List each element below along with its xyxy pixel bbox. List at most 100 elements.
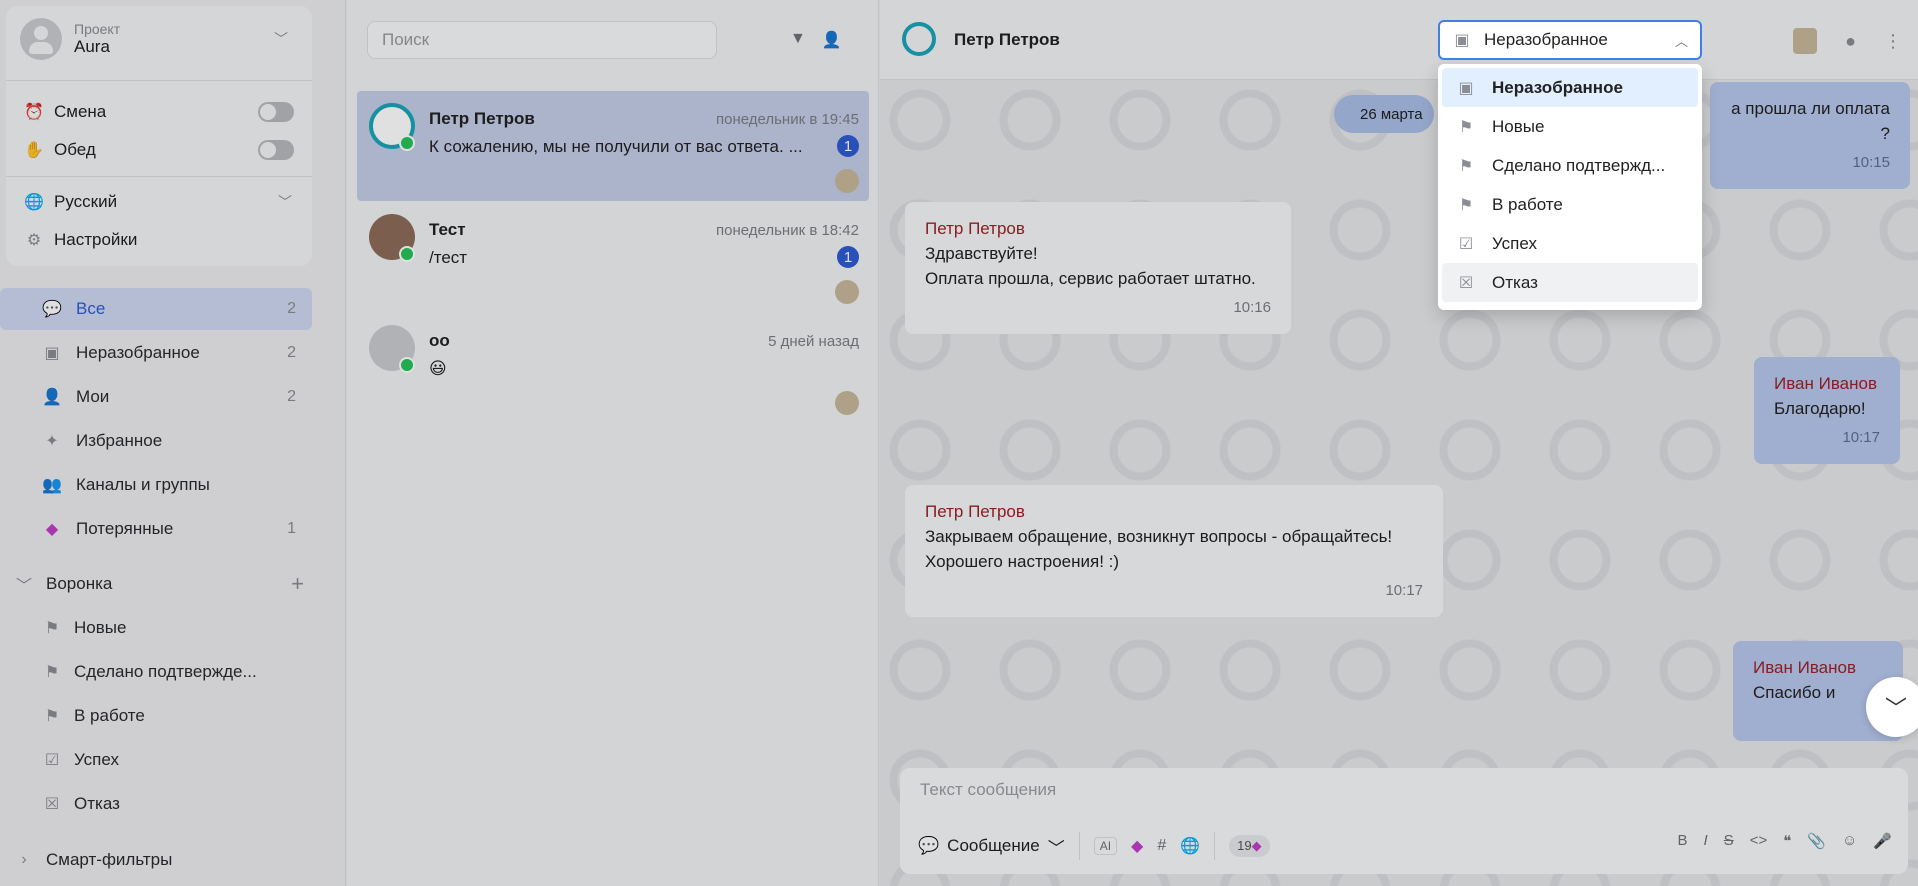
assignee-avatar[interactable] [1793, 28, 1818, 54]
funnel-header[interactable]: ﹀ Воронка + [14, 571, 304, 597]
message-time: 10:17 [1385, 582, 1423, 599]
funnel-item-success[interactable]: ☑ Успех [42, 750, 119, 770]
status-option[interactable]: ⚑ В работе [1442, 185, 1698, 224]
message-author: Петр Петров [925, 219, 1025, 238]
divider [1214, 832, 1216, 860]
nav-item-unsorted[interactable]: ▣ Неразобранное 2 [0, 332, 312, 374]
status-option[interactable]: ▣ Неразобранное [1442, 68, 1698, 107]
project-avatar [20, 18, 62, 60]
divider [1078, 832, 1080, 860]
conversation-item[interactable]: Петр Петров понедельник в 19:45 К сожале… [357, 91, 869, 201]
funnel-label: В работе [74, 706, 145, 725]
credits-value: 19 [1237, 838, 1252, 853]
nav-item-all[interactable]: 💬 Все 2 [0, 288, 312, 330]
message-type-select[interactable]: 💬 Сообщение ﹀ [918, 834, 1065, 859]
message-bubble: Иван Иванов Благодарю! 10:17 [1754, 357, 1900, 464]
whatsapp-icon [399, 246, 415, 262]
message-text: Здравствуйте! [925, 244, 1038, 263]
conversation-preview: К сожалению, мы не получили от вас ответ… [429, 137, 803, 156]
nav-item-mine[interactable]: 👤 Мои 2 [0, 376, 312, 418]
globe-icon[interactable]: 🌐 [1180, 836, 1200, 856]
nav-item-favorites[interactable]: ✦ Избранное [0, 420, 312, 462]
attach-icon[interactable]: 📎 [1807, 832, 1826, 850]
project-switcher[interactable]: Проект Aura ﹀ [20, 18, 300, 60]
settings-link[interactable]: ⚙ Настройки [24, 230, 294, 250]
message-type-label: Сообщение [947, 836, 1040, 855]
message-input[interactable]: Текст сообщения [920, 780, 1056, 800]
filter-icon[interactable]: ▼ [790, 30, 806, 50]
conversation-list: Поиск ▼ 👤 Петр Петров понедельник в 19:4… [347, 0, 879, 886]
status-option[interactable]: ⚑ Новые [1442, 107, 1698, 146]
funnel-label: Отказ [74, 794, 120, 813]
nav-item-channels[interactable]: 👥 Каналы и группы [0, 464, 312, 506]
emoji-icon[interactable]: ☺ [1842, 832, 1857, 850]
strikethrough-icon[interactable]: S [1724, 832, 1734, 850]
status-option[interactable]: ☒ Отказ [1442, 263, 1698, 302]
toggle-row-lunch: ✋ Обед [24, 140, 294, 160]
status-select[interactable]: ▣ Неразобранное ︿ [1438, 20, 1702, 60]
status-option[interactable]: ⚑ Сделано подтвержд... [1442, 146, 1698, 185]
conversation-item[interactable]: оо 5 дней назад 😃 [357, 313, 869, 423]
search-icon[interactable]: ● [1845, 31, 1856, 52]
assignee-avatar [835, 169, 859, 193]
status-option-label: Новые [1492, 116, 1545, 136]
whatsapp-icon [399, 135, 415, 151]
chevron-down-icon: ﹀ [274, 31, 288, 47]
chevron-down-icon: ﹀ [1884, 696, 1907, 721]
flag-x-icon: ☒ [1458, 274, 1474, 292]
add-contact-icon[interactable]: 👤 [822, 30, 842, 50]
status-dropdown: ▣ Неразобранное ⚑ Новые ⚑ Сделано подтве… [1438, 64, 1702, 310]
conversation-name: Тест [429, 220, 466, 239]
toggle-label: Смена [54, 102, 107, 121]
alarm-icon: ⏰ [24, 104, 44, 121]
italic-icon[interactable]: I [1704, 832, 1708, 850]
scroll-down-button[interactable]: ﹀ [1866, 677, 1918, 737]
smart-filters-header[interactable]: › Смарт-фильтры [14, 850, 304, 870]
conversation-item[interactable]: Тест понедельник в 18:42 /тест 1 [357, 202, 869, 312]
conversation-time: 5 дней назад [768, 333, 859, 350]
add-icon[interactable]: + [291, 571, 304, 597]
microphone-icon[interactable]: 🎤 [1873, 832, 1892, 850]
diamond-icon[interactable]: ◆ [1131, 836, 1143, 856]
gear-icon: ⚙ [26, 232, 42, 249]
conversation-time: понедельник в 19:45 [716, 111, 859, 128]
star-icon: ✦ [45, 433, 59, 450]
funnel-item-confirmed[interactable]: ⚑ Сделано подтвержде... [42, 662, 257, 682]
quote-icon[interactable]: ❝ [1783, 832, 1791, 850]
funnel-item-refusal[interactable]: ☒ Отказ [42, 794, 120, 814]
funnel-item-new[interactable]: ⚑ Новые [42, 618, 127, 638]
message-text: Закрываем обращение, возникнут вопросы -… [925, 527, 1393, 546]
hand-icon: ✋ [24, 142, 44, 159]
nav-item-lost[interactable]: ◆ Потерянные 1 [0, 508, 312, 550]
status-option-label: Отказ [1492, 272, 1538, 292]
chat-icon: 💬 [918, 836, 940, 855]
conversation-time: понедельник в 18:42 [716, 222, 859, 239]
divider [6, 80, 312, 81]
unread-badge: 1 [837, 135, 859, 157]
status-option[interactable]: ☑ Успех [1442, 224, 1698, 263]
search-input[interactable]: Поиск [367, 21, 717, 59]
unread-badge: 1 [837, 246, 859, 268]
message-author: Петр Петров [925, 502, 1025, 521]
bold-icon[interactable]: B [1677, 832, 1687, 850]
funnel-item-in-progress[interactable]: ⚑ В работе [42, 706, 145, 726]
ai-icon[interactable]: AI [1093, 837, 1118, 855]
flag-icon: ⚑ [1458, 157, 1474, 175]
group-icon: 👥 [42, 477, 62, 494]
shift-toggle[interactable] [258, 102, 294, 122]
lunch-toggle[interactable] [258, 140, 294, 160]
message-composer: Текст сообщения 💬 Сообщение ﹀ AI ◆ # 🌐 1… [900, 768, 1908, 874]
message-time: 10:15 [1852, 154, 1890, 171]
hashtag-icon[interactable]: # [1157, 837, 1166, 855]
code-icon[interactable]: <> [1750, 832, 1768, 850]
whatsapp-icon [399, 357, 415, 373]
nav-count: 2 [287, 388, 296, 405]
chat-panel: Петр Петров ● ⋮ 26 марта а прошла ли опл… [880, 0, 1918, 886]
nav-count: 2 [287, 300, 296, 317]
nav-label: Каналы и группы [76, 475, 210, 494]
message-text: Благодарю! [1774, 399, 1866, 418]
conversation-name: Петр Петров [429, 109, 535, 128]
message-bubble: а прошла ли оплата ? 10:15 [1710, 82, 1910, 189]
language-select[interactable]: 🌐 Русский ﹀ [24, 192, 294, 212]
more-icon[interactable]: ⋮ [1884, 31, 1902, 52]
